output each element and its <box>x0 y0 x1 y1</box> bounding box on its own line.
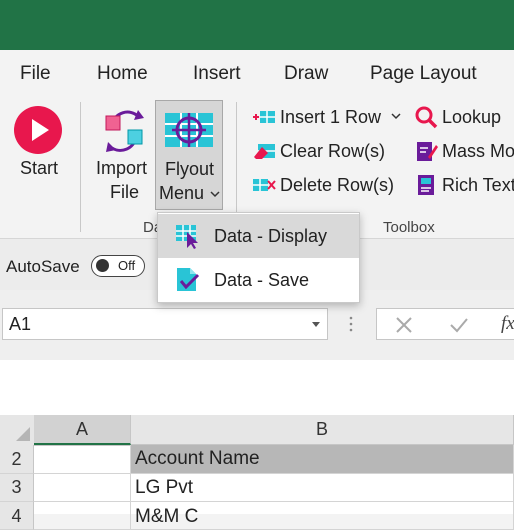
cell-b4[interactable]: M&M C <box>131 502 514 530</box>
row-header[interactable]: 2 <box>0 445 34 474</box>
lookup-button[interactable]: Lookup <box>414 103 501 131</box>
flyout-dropdown: Data - Display Data - Save <box>157 212 360 303</box>
target-grid-icon <box>165 113 213 147</box>
column-header-b[interactable]: B <box>131 415 514 445</box>
delete-row-icon <box>253 179 276 191</box>
cell-a2[interactable] <box>34 445 131 474</box>
menu-item-data-save[interactable]: Data - Save <box>158 258 359 302</box>
lookup-label: Lookup <box>442 106 502 127</box>
name-box-value: A1 <box>9 314 32 334</box>
chevron-down-icon[interactable] <box>311 321 321 329</box>
menu-item-data-display[interactable]: Data - Display <box>158 214 359 258</box>
formula-input[interactable]: fx <box>376 308 514 340</box>
function-icon[interactable]: fx <box>501 313 514 335</box>
menu-item-label: Data - Display <box>214 225 328 246</box>
flyout-label-line1: Flyout <box>165 159 215 179</box>
column-header-a[interactable]: A <box>34 415 131 445</box>
rich-text-icon <box>418 175 434 195</box>
tab-file[interactable]: File <box>20 63 51 85</box>
tab-page-layout[interactable]: Page Layout <box>370 63 477 85</box>
rich-text-label: Rich Text <box>442 174 514 195</box>
cell-a4[interactable] <box>34 502 131 530</box>
title-bar <box>0 0 514 50</box>
autosave-state: Off <box>118 258 136 273</box>
autosave-toggle[interactable]: Off <box>91 255 145 277</box>
toggle-knob <box>96 259 109 272</box>
autosave-label: AutoSave <box>6 257 80 276</box>
cursor-grid-icon <box>176 225 198 249</box>
group-toolbox-label: Toolbox <box>383 219 435 236</box>
flyout-label-line2: Menu <box>159 183 205 203</box>
insert-row-label: Insert 1 Row <box>280 106 382 127</box>
drag-handle-icon[interactable] <box>348 314 354 334</box>
start-label: Start <box>20 158 59 178</box>
magnifier-icon <box>415 106 438 129</box>
import-cubes-icon <box>105 110 144 152</box>
mass-modify-button[interactable]: Mass Mo <box>414 137 514 165</box>
mass-modify-label: Mass Mo <box>442 140 514 161</box>
import-label-line1: Import <box>96 158 148 178</box>
flyout-menu-button[interactable]: Flyout Menu <box>155 100 223 210</box>
name-box[interactable]: A1 <box>2 308 328 340</box>
start-button[interactable]: Start <box>10 100 68 190</box>
insert-row-button[interactable]: Insert 1 Row <box>252 103 381 131</box>
play-icon <box>14 106 62 154</box>
menu-item-label: Data - Save <box>214 269 310 290</box>
tab-insert[interactable]: Insert <box>193 63 241 85</box>
confirm-icon[interactable] <box>449 316 469 334</box>
clear-rows-label: Clear Row(s) <box>280 140 386 161</box>
rich-text-button[interactable]: Rich Text <box>414 171 514 199</box>
tab-draw[interactable]: Draw <box>284 63 328 85</box>
tab-home[interactable]: Home <box>97 63 148 85</box>
ribbon-separator <box>80 102 81 232</box>
cancel-icon[interactable] <box>395 316 413 334</box>
cell-a3[interactable] <box>34 474 131 502</box>
clear-rows-button[interactable]: Clear Row(s) <box>252 137 385 165</box>
eraser-icon <box>254 144 275 159</box>
cell-b3[interactable]: LG Pvt <box>131 474 514 502</box>
import-file-button[interactable]: Import File <box>92 100 154 205</box>
select-all-icon[interactable] <box>14 427 32 443</box>
chevron-down-icon[interactable] <box>391 113 401 121</box>
import-label-line2: File <box>110 182 140 202</box>
document-check-icon <box>177 268 200 291</box>
insert-row-icon <box>253 111 275 123</box>
delete-rows-label: Delete Row(s) <box>280 174 395 195</box>
edit-document-icon <box>417 142 438 161</box>
row-header[interactable]: 4 <box>0 502 34 530</box>
row-header[interactable]: 3 <box>0 474 34 502</box>
delete-rows-button[interactable]: Delete Row(s) <box>252 171 394 199</box>
cell-b2[interactable]: Account Name <box>131 445 514 474</box>
chevron-down-icon <box>210 191 220 198</box>
